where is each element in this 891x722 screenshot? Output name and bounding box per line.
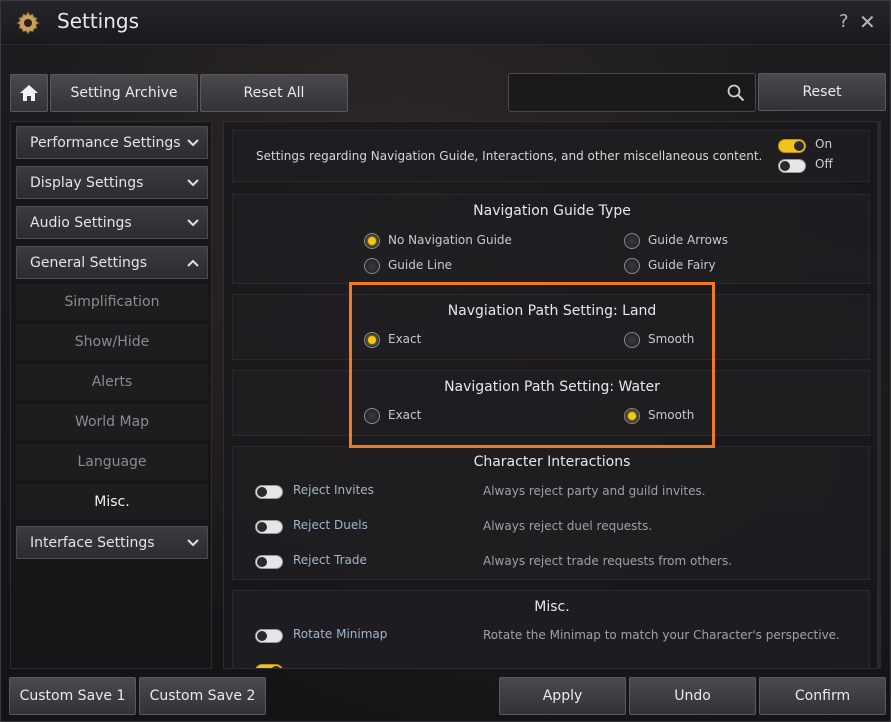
gear-icon <box>16 11 40 35</box>
sidebar-item-language[interactable]: Language <box>16 444 208 480</box>
radio-label: Guide Line <box>388 258 453 272</box>
interactions-title: Character Interactions <box>473 454 631 470</box>
sidebar-category-general[interactable]: General Settings <box>16 246 208 279</box>
sidebar-category-performance[interactable]: Performance Settings <box>16 126 208 159</box>
reset-all-button[interactable]: Reset All <box>200 74 348 112</box>
header-description: Settings regarding Navigation Guide, Int… <box>256 149 763 163</box>
toggle-description: Rotate the Minimap to match your Charact… <box>483 628 840 642</box>
toggle-label: Reject Duels <box>293 518 368 532</box>
nav-guide-title: Navigation Guide Type <box>473 203 631 219</box>
toggle-label: Rotate Minimap <box>293 627 388 641</box>
legend-on-label: On <box>815 137 833 151</box>
custom-save-2-button[interactable]: Custom Save 2 <box>139 677 266 715</box>
title-bar: Settings ? ✕ <box>1 1 890 45</box>
toggle-label: Reject Trade <box>293 553 367 567</box>
sidebar-item-simplification[interactable]: Simplification <box>16 284 208 320</box>
toggle-partial-hidden[interactable] <box>255 664 283 668</box>
chevron-down-icon <box>187 139 199 147</box>
close-button[interactable]: ✕ <box>859 10 876 34</box>
legend-off-toggle <box>778 159 806 173</box>
sidebar-category-label: Audio Settings <box>30 214 132 231</box>
sidebar-item-alerts[interactable]: Alerts <box>16 364 208 400</box>
toggle-description: Always reject trade requests from others… <box>483 554 733 568</box>
toggle-reject-duels[interactable] <box>255 520 283 534</box>
toggle-rotate-minimap[interactable] <box>255 629 283 643</box>
radio-label: Guide Fairy <box>648 258 716 272</box>
misc-title: Misc. <box>534 599 570 615</box>
misc-card: Misc. Rotate Minimap Rotate the Minimap … <box>232 590 870 668</box>
nav-guide-card: Navigation Guide Type No Navigation Guid… <box>232 194 870 284</box>
radio-guide-line[interactable] <box>364 258 380 274</box>
legend-off-label: Off <box>815 157 833 171</box>
reset-button[interactable]: Reset <box>758 73 886 111</box>
sidebar-category-label: General Settings <box>30 254 148 271</box>
confirm-button[interactable]: Confirm <box>759 677 886 715</box>
home-button[interactable] <box>10 74 48 112</box>
help-button[interactable]: ? <box>839 11 849 32</box>
radio-no-navigation-guide[interactable] <box>364 233 380 249</box>
highlight-box <box>349 282 715 448</box>
toggle-label: Reject Invites <box>293 483 374 497</box>
toggle-reject-trade[interactable] <box>255 555 283 569</box>
sidebar-item-world-map[interactable]: World Map <box>16 404 208 440</box>
search-input[interactable] <box>508 73 756 112</box>
setting-archive-button[interactable]: Setting Archive <box>50 74 198 112</box>
sidebar-item-misc[interactable]: Misc. <box>16 484 208 520</box>
toggle-description: Always reject duel requests. <box>483 519 653 533</box>
header-card: Settings regarding Navigation Guide, Int… <box>232 130 870 182</box>
sidebar-item-show-hide[interactable]: Show/Hide <box>16 324 208 360</box>
sidebar: Performance Settings Display Settings Au… <box>10 121 212 669</box>
radio-guide-fairy[interactable] <box>624 258 640 274</box>
content-scrollbar[interactable] <box>877 121 881 669</box>
sidebar-category-label: Display Settings <box>30 174 144 191</box>
apply-button[interactable]: Apply <box>499 677 626 715</box>
radio-label: Guide Arrows <box>648 233 729 247</box>
settings-window: Settings ? ✕ Setting Archive Reset All R… <box>0 0 891 722</box>
custom-save-1-button[interactable]: Custom Save 1 <box>9 677 136 715</box>
chevron-down-icon <box>187 219 199 227</box>
sidebar-category-audio[interactable]: Audio Settings <box>16 206 208 239</box>
window-title: Settings <box>57 9 140 33</box>
sidebar-category-label: Performance Settings <box>30 134 181 151</box>
search-icon[interactable] <box>727 84 745 102</box>
sidebar-category-display[interactable]: Display Settings <box>16 166 208 199</box>
chevron-up-icon <box>187 259 199 267</box>
sidebar-category-label: Interface Settings <box>30 534 155 551</box>
legend-on-toggle <box>778 139 806 153</box>
home-icon <box>20 85 38 101</box>
radio-label: No Navigation Guide <box>388 233 512 247</box>
chevron-down-icon <box>187 539 199 547</box>
undo-button[interactable]: Undo <box>629 677 756 715</box>
toggle-description: Always reject party and guild invites. <box>483 484 706 498</box>
interactions-card: Character Interactions Reject Invites Al… <box>232 446 870 580</box>
chevron-down-icon <box>187 179 199 187</box>
sidebar-category-interface[interactable]: Interface Settings <box>16 526 208 559</box>
toggle-reject-invites[interactable] <box>255 485 283 499</box>
radio-guide-arrows[interactable] <box>624 233 640 249</box>
